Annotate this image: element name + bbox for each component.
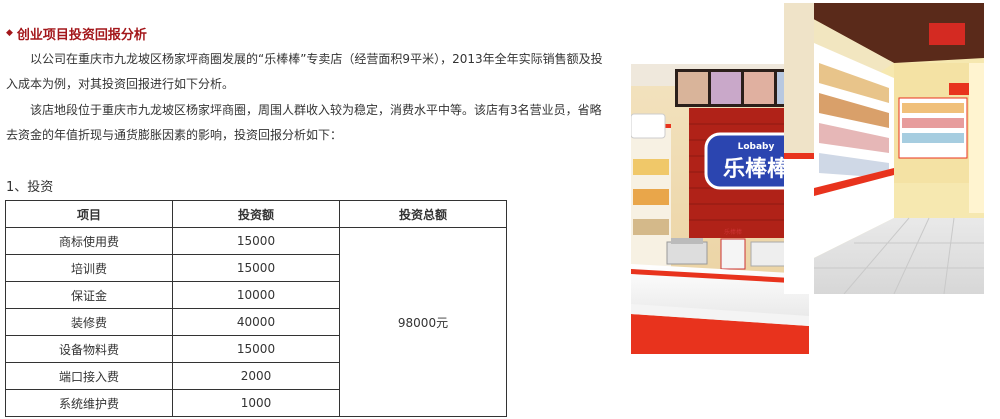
cell-amount: 2000: [172, 362, 340, 390]
cell-item: 端口接入费: [5, 362, 173, 390]
cell-amount: 1000: [172, 389, 340, 417]
cell-amount: 15000: [172, 227, 340, 255]
logo-small-text: Lobaby: [738, 142, 775, 152]
cell-item: 设备物料费: [5, 335, 173, 363]
investment-table: 项目 投资额 投资总额 商标使用费 15000 98000元 培训费 15000…: [5, 200, 507, 417]
header-amount: 投资额: [172, 200, 340, 228]
cell-item: 商标使用费: [5, 227, 173, 255]
diamond-icon: ◆: [6, 28, 13, 38]
cell-amount: 15000: [172, 254, 340, 282]
cell-item: 培训费: [5, 254, 173, 282]
section-title-investment: 1、投资: [6, 180, 54, 195]
table-row: 商标使用费 15000 98000元: [5, 227, 507, 417]
table-header-row: 项目 投资额 投资总额: [5, 200, 507, 228]
store-counter-illustration: Lobaby 乐棒棒 乐棒棒: [631, 64, 809, 354]
cell-item: 系统维护费: [5, 389, 173, 417]
article-title: 创业项目投资回报分析: [16, 27, 147, 43]
location-paragraph: 该店地段位于重庆市九龙坡区杨家坪商圈，周围人群收入较为稳定，消费水平中等。该店有…: [6, 103, 602, 142]
cell-amount: 15000: [172, 335, 340, 363]
intro-paragraph: 以公司在重庆市九龙坡区杨家坪商圈发展的“乐棒棒”专卖店（经营面积9平米），201…: [6, 52, 603, 91]
store-interior-photo: [784, 3, 984, 294]
cell-amount: 10000: [172, 281, 340, 309]
header-total: 投资总额: [339, 200, 507, 228]
article-heading: ◆ 创业项目投资回报分析: [6, 23, 147, 43]
store-counter-photo: Lobaby 乐棒棒 乐棒棒: [631, 64, 809, 354]
store-interior-illustration: [784, 3, 984, 294]
cell-item: 保证金: [5, 281, 173, 309]
cell-total: 98000元: [339, 227, 507, 417]
cell-item: 装修费: [5, 308, 173, 336]
shelf-tag-text: 乐棒棒: [724, 228, 742, 236]
header-item: 项目: [5, 200, 173, 228]
logo-main-text: 乐棒棒: [723, 157, 790, 182]
cell-amount: 40000: [172, 308, 340, 336]
